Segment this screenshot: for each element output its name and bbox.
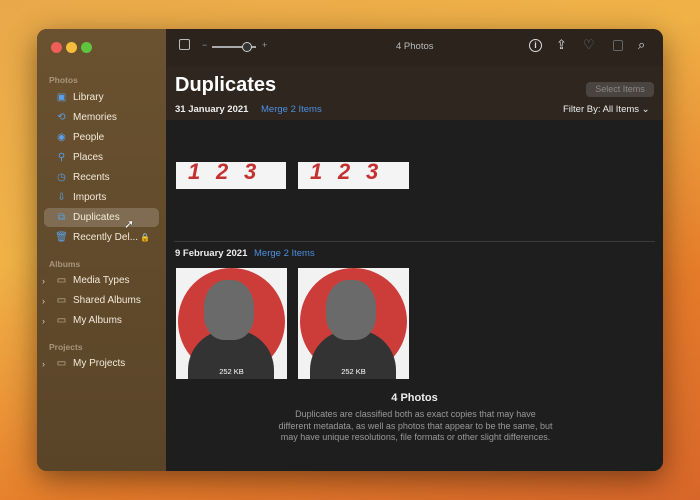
window-title: 4 Photos xyxy=(396,41,434,52)
thumb-text: 1 xyxy=(188,162,201,184)
info-icon[interactable]: i xyxy=(529,39,542,52)
toolbar: − + 4 Photos i ⇪ ♡ ⌕ xyxy=(166,29,663,66)
zoom-out-label: − xyxy=(202,40,208,50)
library-icon: ▣ xyxy=(56,92,67,103)
sidebar-item-imports[interactable]: ⇩ Imports xyxy=(44,188,159,207)
thumb-text: 1 xyxy=(310,162,323,184)
sidebar-item-places[interactable]: ⚲ Places xyxy=(44,148,159,167)
section-projects: Projects xyxy=(49,342,83,352)
group-date: 31 January 2021 xyxy=(175,104,249,115)
sidebar: Photos ▣ Library ⟲ Memories ◉ People ⚲ Place… xyxy=(37,29,166,471)
chevron-right-icon[interactable]: › xyxy=(42,276,45,286)
people-icon: ◉ xyxy=(57,132,66,143)
photo-grid: 1 2 3 1 2 3 9 February 2021 Merge 2 Item… xyxy=(166,120,663,471)
photo-thumbnail[interactable]: 252 KB xyxy=(298,268,409,379)
thumb-text: 2 xyxy=(216,162,229,184)
file-size: 252 KB xyxy=(219,367,244,376)
sidebar-item-shared-albums[interactable]: › ▭ Shared Albums xyxy=(42,291,159,310)
thumb-text: 3 xyxy=(244,162,257,184)
imports-icon: ⇩ xyxy=(57,192,66,203)
divider xyxy=(174,241,655,242)
merge-button[interactable]: Merge 2 Items xyxy=(261,104,322,115)
zoom-button[interactable] xyxy=(81,42,92,53)
content-header: Duplicates Select Items 31 January 2021 … xyxy=(166,66,663,120)
duplicates-icon: ⧉ xyxy=(57,212,66,223)
sidebar-item-people[interactable]: ◉ People xyxy=(44,128,159,147)
group-date: 9 February 2021 xyxy=(175,248,248,259)
chevron-right-icon[interactable]: › xyxy=(42,359,45,369)
rotate-icon[interactable] xyxy=(613,40,623,51)
heart-icon[interactable]: ♡ xyxy=(583,37,595,53)
close-button[interactable] xyxy=(51,42,62,53)
folder-icon: ▭ xyxy=(56,358,67,369)
trash-icon: 🗑 xyxy=(55,232,68,243)
filter-label: Filter By: All Items xyxy=(563,104,640,115)
slider-thumb[interactable] xyxy=(242,42,252,52)
folder-icon: ▭ xyxy=(56,275,67,286)
photo-thumbnail[interactable]: 252 KB xyxy=(176,268,287,379)
merge-button[interactable]: Merge 2 Items xyxy=(254,248,315,259)
section-albums: Albums xyxy=(49,259,81,269)
recents-icon: ◷ xyxy=(57,172,66,183)
memories-icon: ⟲ xyxy=(57,112,66,123)
filter-dropdown[interactable]: Filter By: All Items ⌄ xyxy=(563,104,650,115)
select-items-button[interactable]: Select Items xyxy=(586,82,654,97)
sidebar-item-recents[interactable]: ◷ Recents xyxy=(44,168,159,187)
sidebar-item-recently-deleted[interactable]: 🗑 Recently Del... 🔒 xyxy=(44,228,159,247)
sidebar-item-duplicates[interactable]: ⧉ Duplicates xyxy=(44,208,159,227)
sidebar-item-library[interactable]: ▣ Library xyxy=(44,88,159,107)
thumb-text: 3 xyxy=(366,162,379,184)
aspect-toggle-icon[interactable] xyxy=(179,39,190,50)
shared-albums-icon: ▭ xyxy=(56,295,67,306)
photo-thumbnail[interactable]: 1 2 3 xyxy=(298,162,409,189)
thumb-text: 2 xyxy=(338,162,351,184)
mouse-cursor: ➚ xyxy=(124,217,135,231)
photos-window: Photos ▣ Library ⟲ Memories ◉ People ⚲ Place… xyxy=(37,29,663,471)
sidebar-item-media-types[interactable]: › ▭ Media Types xyxy=(42,271,159,290)
chevron-right-icon[interactable]: › xyxy=(42,316,45,326)
page-title: Duplicates xyxy=(175,74,277,96)
sidebar-item-my-albums[interactable]: › ▭ My Albums xyxy=(42,311,159,330)
photo-thumbnail[interactable]: 1 2 3 xyxy=(176,162,286,189)
chevron-down-icon: ⌄ xyxy=(641,104,650,115)
minimize-button[interactable] xyxy=(66,42,77,53)
photo-count: 4 Photos xyxy=(391,392,438,404)
share-icon[interactable]: ⇪ xyxy=(556,37,567,53)
sidebar-item-memories[interactable]: ⟲ Memories xyxy=(44,108,159,127)
zoom-slider[interactable] xyxy=(212,42,256,52)
folder-icon: ▭ xyxy=(56,315,67,326)
section-photos: Photos xyxy=(49,75,78,85)
file-size: 252 KB xyxy=(341,367,366,376)
chevron-right-icon[interactable]: › xyxy=(42,296,45,306)
footer-description: Duplicates are classified both as exact … xyxy=(278,409,553,442)
places-icon: ⚲ xyxy=(57,152,66,163)
search-icon[interactable]: ⌕ xyxy=(638,37,645,53)
lock-icon: 🔒 xyxy=(140,233,150,242)
zoom-in-label: + xyxy=(262,40,268,50)
sidebar-item-my-projects[interactable]: › ▭ My Projects xyxy=(42,354,159,373)
